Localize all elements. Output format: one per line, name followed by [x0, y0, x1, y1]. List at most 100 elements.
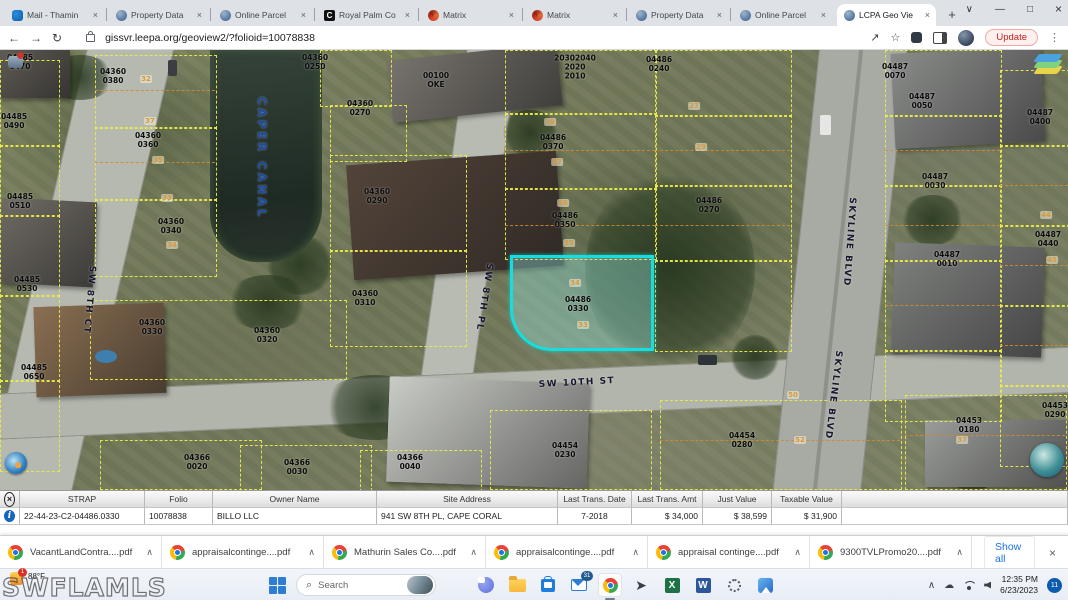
tab-close-icon[interactable]: × — [403, 10, 412, 20]
parcel-boundary — [1000, 145, 1068, 227]
browser-tab[interactable]: LCPA Geo Vie× — [837, 4, 936, 26]
browser-tab[interactable]: Property Data × — [629, 4, 728, 26]
parcel-label: 04366 0040 — [397, 453, 423, 471]
car — [698, 355, 717, 365]
parcel-boundary — [885, 50, 1002, 117]
tray-chevron-up-icon[interactable]: ∧ — [928, 580, 935, 591]
back-button[interactable]: ← — [8, 31, 20, 45]
browser-tab[interactable]: Mail - Thamin × — [5, 4, 104, 26]
tab-close-icon[interactable]: × — [507, 10, 516, 20]
bookmark-star-icon[interactable]: ☆ — [890, 31, 900, 44]
task-view-taskbar-icon[interactable] — [443, 573, 467, 597]
browser-tab[interactable]: Online Parcel× — [213, 4, 312, 26]
show-all-downloads-button[interactable]: Show all — [984, 536, 1035, 570]
chrome-taskbar-icon[interactable] — [598, 573, 622, 597]
folder-taskbar-icon[interactable] — [505, 573, 529, 597]
close-downloads-bar-icon[interactable]: × — [1049, 546, 1056, 560]
minimize-button[interactable]: — — [995, 4, 1005, 15]
new-tab-button[interactable]: + — [942, 5, 962, 25]
parcel-label: 04487 0030 — [922, 172, 948, 190]
start-button[interactable] — [265, 573, 289, 597]
share-icon[interactable]: ↗ — [870, 31, 879, 44]
table-header-cell: Site Address — [377, 491, 558, 508]
browser-tab[interactable]: Property Data× — [109, 4, 208, 26]
tab-close-icon[interactable]: × — [195, 10, 204, 20]
wifi-icon[interactable] — [963, 581, 975, 590]
download-options-chevron-icon[interactable]: ∧ — [146, 547, 153, 558]
tab-close-icon[interactable]: × — [299, 10, 308, 20]
globe-favicon — [220, 10, 231, 21]
layers-icon[interactable] — [1036, 54, 1062, 76]
tab-label: Matrix — [443, 10, 503, 20]
table-cell: 7-2018 — [558, 508, 632, 525]
browser-tab[interactable]: CRoyal Palm Co× — [317, 4, 416, 26]
snagit-taskbar-icon[interactable]: ➤ — [629, 573, 653, 597]
table-header-cell: Owner Name — [213, 491, 377, 508]
download-item[interactable]: appraisal continge....pdf∧ — [648, 536, 810, 569]
tab-search-chevron-icon[interactable]: ∨ — [966, 4, 973, 15]
onedrive-cloud-icon[interactable]: ☁ — [944, 580, 954, 591]
download-item[interactable]: appraisalcontinge....pdf∧ — [162, 536, 324, 569]
gis-aerial-map[interactable]: 04485 047004360 038004360 025000100 OKE2… — [0, 50, 1068, 490]
volume-icon[interactable] — [984, 582, 991, 589]
side-panel-icon[interactable] — [933, 32, 947, 44]
address-bar[interactable]: gissvr.leepa.org/geoview2/?folioid=10078… — [105, 32, 860, 44]
download-options-chevron-icon[interactable]: ∧ — [794, 547, 801, 558]
tab-label: Mail - Thamin — [27, 10, 87, 20]
clock[interactable]: 12:35 PM 6/23/2023 — [1000, 574, 1038, 595]
download-options-chevron-icon[interactable]: ∧ — [308, 547, 315, 558]
close-window-button[interactable]: × — [1055, 2, 1062, 16]
download-item[interactable]: 9300TVLPromo20....pdf∧ — [810, 536, 972, 569]
browser-tab[interactable]: Online Parcel× — [733, 4, 832, 26]
download-items: VacantLandContra....pdf∧appraisalconting… — [0, 536, 972, 569]
lot-number: 45 — [1046, 256, 1058, 264]
padlock-icon[interactable] — [86, 34, 95, 42]
browser-tab[interactable]: Matrix× — [525, 4, 624, 26]
download-item[interactable]: appraisalcontinge....pdf∧ — [486, 536, 648, 569]
parcel-boundary — [1000, 305, 1068, 387]
parcel-half-line — [655, 150, 790, 151]
chrome-update-button[interactable]: Update — [985, 29, 1038, 46]
tab-close-icon[interactable]: × — [91, 10, 100, 20]
store-taskbar-icon[interactable] — [536, 573, 560, 597]
parcel-label: 04360 0290 — [364, 187, 390, 205]
close-table-icon[interactable]: × — [4, 492, 15, 507]
row-info-icon[interactable]: i — [4, 510, 15, 522]
forward-button[interactable]: → — [30, 31, 42, 45]
tab-close-icon[interactable]: × — [611, 10, 620, 20]
tab-close-icon[interactable]: × — [819, 10, 828, 20]
notification-count-badge[interactable]: 11 — [1047, 578, 1062, 593]
photos-taskbar-icon[interactable] — [753, 573, 777, 597]
browser-menu-icon[interactable]: ⋮ — [1049, 31, 1060, 44]
tab-label: Property Data — [651, 10, 711, 20]
browser-tab[interactable]: Matrix × — [421, 4, 520, 26]
table-row[interactable]: i22-44-23-C2-04486.033010078838BILLO LLC… — [0, 508, 1068, 525]
settings-taskbar-icon[interactable] — [722, 573, 746, 597]
tab-close-icon[interactable]: × — [715, 10, 724, 20]
table-header-cell: Last Trans. Amt — [632, 491, 703, 508]
lot-number: 39 — [544, 118, 556, 126]
parcel-label: 04360 0360 — [135, 131, 161, 149]
maximize-button[interactable]: □ — [1027, 4, 1033, 15]
parcel-label: 04366 0030 — [284, 458, 310, 476]
car — [820, 115, 831, 135]
downloads-bar-right: Show all × — [972, 536, 1068, 569]
parcel-label: 00100 OKE — [423, 71, 449, 89]
excel-taskbar-icon[interactable]: X — [660, 573, 684, 597]
download-options-chevron-icon[interactable]: ∧ — [470, 547, 477, 558]
download-item[interactable]: VacantLandContra....pdf∧ — [0, 536, 162, 569]
parcel-half-line — [95, 90, 215, 91]
profile-avatar[interactable] — [958, 30, 974, 46]
reload-button[interactable]: ↻ — [52, 31, 62, 45]
tab-close-icon[interactable]: × — [923, 10, 932, 20]
download-options-chevron-icon[interactable]: ∧ — [632, 547, 639, 558]
download-item[interactable]: Mathurin Sales Co....pdf∧ — [324, 536, 486, 569]
chat-taskbar-icon[interactable] — [474, 573, 498, 597]
extension-icon[interactable] — [911, 32, 922, 43]
parcel-half-line — [885, 225, 1000, 226]
lot-number: 34 — [569, 279, 581, 287]
download-options-chevron-icon[interactable]: ∧ — [956, 547, 963, 558]
taskbar-search[interactable]: ⌕ Search — [296, 574, 436, 596]
mail-taskbar-icon[interactable]: 31 — [567, 573, 591, 597]
word-taskbar-icon[interactable]: W — [691, 573, 715, 597]
